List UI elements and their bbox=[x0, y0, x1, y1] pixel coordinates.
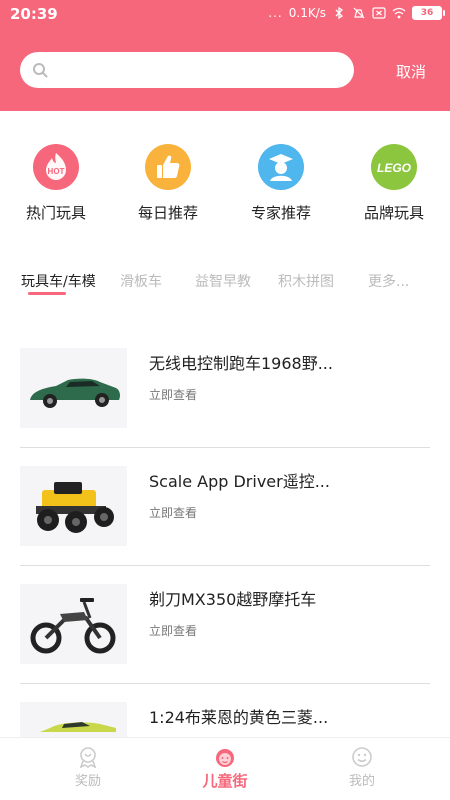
category-expert-recommend[interactable]: 专家推荐 bbox=[231, 140, 331, 223]
wifi-icon bbox=[392, 7, 406, 19]
category-brand-toys[interactable]: LEGO 品牌玩具 bbox=[344, 140, 444, 223]
cancel-button[interactable]: 取消 bbox=[396, 61, 426, 82]
nav-reward[interactable]: 奖励 bbox=[43, 746, 133, 789]
hot-icon: HOT bbox=[33, 144, 79, 190]
lego-icon: LEGO bbox=[371, 144, 417, 190]
thumbs-up-icon bbox=[145, 144, 191, 190]
product-title: 无线电控制跑车1968野... bbox=[149, 354, 333, 373]
view-now-link[interactable]: 立即查看 bbox=[149, 504, 197, 521]
category-label: 热门玩具 bbox=[25, 204, 86, 222]
hot-badge-text: HOT bbox=[48, 167, 65, 176]
product-title: 剃刀MX350越野摩托车 bbox=[149, 590, 317, 609]
nav-label: 儿童街 bbox=[202, 772, 248, 790]
bottom-nav: 奖励 儿童街 我的 bbox=[0, 737, 450, 800]
lego-badge-text: LEGO bbox=[377, 161, 412, 175]
kids-street-icon bbox=[216, 749, 234, 767]
category-label: 品牌玩具 bbox=[363, 204, 424, 222]
header: 20:39 ... 0.1K/s 36 取消 bbox=[0, 0, 450, 111]
yellow-offroad-truck-image bbox=[36, 482, 114, 533]
bluetooth-icon bbox=[335, 6, 344, 20]
network-speed: 0.1K/s bbox=[288, 6, 326, 20]
product-image bbox=[20, 466, 127, 546]
category-label: 每日推荐 bbox=[137, 204, 198, 222]
list-item[interactable]: 剃刀MX350越野摩托车 立即查看 bbox=[20, 566, 430, 684]
product-title: Scale App Driver遥控... bbox=[149, 472, 330, 491]
active-tab-indicator bbox=[28, 292, 66, 295]
search-icon bbox=[33, 63, 48, 78]
status-bar: 20:39 ... 0.1K/s 36 bbox=[0, 0, 450, 30]
list-item[interactable]: Scale App Driver遥控... 立即查看 bbox=[20, 448, 430, 566]
tab-toy-cars[interactable]: 玩具车/车模 bbox=[21, 271, 96, 291]
nav-mine[interactable]: 我的 bbox=[317, 746, 407, 789]
nav-kids-street[interactable]: 儿童街 bbox=[180, 746, 270, 791]
status-icons: ... 0.1K/s 36 bbox=[268, 6, 445, 20]
mute-icon bbox=[353, 7, 365, 19]
category-label: 专家推荐 bbox=[250, 204, 311, 222]
search-input[interactable] bbox=[56, 52, 346, 88]
tab-more[interactable]: 更多... bbox=[368, 271, 409, 291]
search-box[interactable] bbox=[20, 52, 354, 88]
expert-icon bbox=[258, 144, 304, 190]
product-image bbox=[20, 348, 127, 428]
tab-early-education[interactable]: 益智早教 bbox=[195, 271, 251, 291]
smiley-icon bbox=[352, 747, 372, 767]
nav-label: 我的 bbox=[348, 774, 375, 789]
category-hot-toys[interactable]: HOT 热门玩具 bbox=[6, 140, 106, 223]
product-title: 1:24布莱恩的黄色三菱... bbox=[149, 708, 329, 727]
category-tabs: 玩具车/车模 滑板车 益智早教 积木拼图 更多... bbox=[0, 268, 450, 298]
view-now-link[interactable]: 立即查看 bbox=[149, 386, 197, 403]
list-item[interactable]: 无线电控制跑车1968野... 立即查看 bbox=[20, 330, 430, 448]
battery-icon: 36 bbox=[412, 6, 445, 20]
sim-x-icon bbox=[372, 7, 386, 19]
nav-label: 奖励 bbox=[74, 774, 101, 789]
dirt-bike-image bbox=[30, 598, 116, 654]
view-now-link[interactable]: 立即查看 bbox=[149, 622, 197, 639]
tab-scooters[interactable]: 滑板车 bbox=[120, 271, 162, 291]
reward-icon bbox=[79, 747, 97, 768]
category-grid: HOT 热门玩具 每日推荐 专家推荐 LEGO 品牌玩具 bbox=[0, 140, 450, 230]
signal-dots: ... bbox=[268, 6, 283, 20]
green-sports-car-image bbox=[30, 378, 120, 408]
tab-building-blocks[interactable]: 积木拼图 bbox=[278, 271, 334, 291]
product-image bbox=[20, 584, 127, 664]
status-time: 20:39 bbox=[10, 5, 58, 23]
category-daily-recommend[interactable]: 每日推荐 bbox=[118, 140, 218, 223]
